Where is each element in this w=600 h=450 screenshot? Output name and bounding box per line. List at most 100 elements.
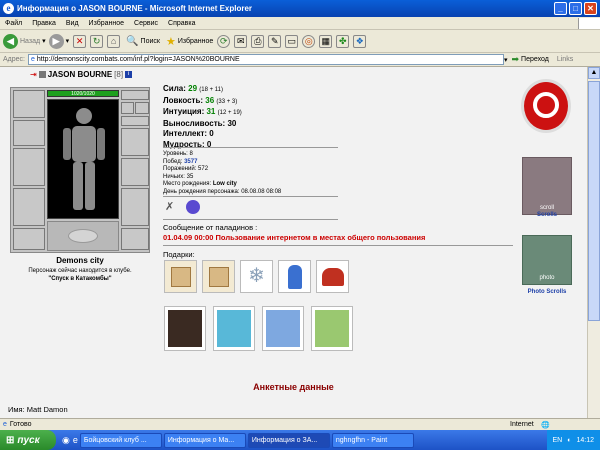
gift-item[interactable] (316, 260, 349, 293)
windows-flag-icon (578, 17, 600, 29)
close-button[interactable]: ✕ (584, 2, 597, 15)
character-name: JASON BOURNE (47, 70, 113, 79)
chevron-down-icon: ▾ (65, 38, 70, 45)
vertical-scrollbar[interactable]: ▲ (587, 67, 600, 418)
stat-intellect: Интеллект: 0 (163, 129, 214, 138)
gift-item[interactable] (202, 260, 235, 293)
scrolls-link[interactable]: Scrolls (522, 212, 572, 218)
menu-help[interactable]: Справка (163, 20, 200, 27)
ring2-slot[interactable] (135, 102, 149, 114)
belt-slot[interactable] (13, 228, 45, 250)
scrolls-banner-icon[interactable]: scroll (522, 157, 572, 215)
boots-slot[interactable] (121, 228, 149, 250)
photo-scrolls-banner-icon[interactable]: photo (522, 235, 572, 285)
gift-item[interactable] (213, 306, 255, 351)
card-gift-icon (315, 310, 349, 347)
forward-arrow-icon: ▶ (48, 33, 64, 49)
quicklaunch-icon[interactable]: ◉ (62, 435, 70, 446)
stat-intuition: Интуиция: 31 (12 + 19) (163, 107, 242, 116)
mail-icon[interactable]: ✉ (234, 34, 248, 48)
menu-favorites[interactable]: Избранное (84, 20, 129, 27)
extension-icon[interactable]: ❖ (353, 34, 367, 48)
clover-icon[interactable]: ✤ (336, 34, 350, 48)
research-icon[interactable]: ▦ (319, 34, 333, 48)
page-content: ⇥ JASON BOURNE [8] i 1020/1020 Demons ci… (0, 67, 587, 418)
language-indicator[interactable]: EN (553, 437, 563, 444)
gift-item[interactable] (278, 260, 311, 293)
scroll-thumb[interactable] (588, 81, 600, 321)
menu-bar: Файл Правка Вид Избранное Сервис Справка (0, 17, 600, 30)
helmet-slot[interactable] (13, 90, 45, 118)
city-caption: Demons city (56, 256, 104, 265)
legs-slot[interactable] (121, 188, 149, 226)
divider (163, 219, 338, 220)
address-dropdown-icon[interactable]: ▾ (504, 56, 508, 64)
go-button[interactable]: ➡ Переход (512, 54, 549, 65)
divider (163, 245, 513, 246)
info-losses: Поражений: 572 (163, 166, 209, 172)
photo-scrolls-link[interactable]: Photo Scrolls (514, 289, 580, 295)
minimize-button[interactable]: _ (554, 2, 567, 15)
gift-item[interactable] (164, 260, 197, 293)
menu-edit[interactable]: Правка (27, 20, 61, 27)
forward-button[interactable]: ▶ ▾ (48, 33, 70, 49)
status-bar: e Готово 🌐 Internet (0, 418, 600, 430)
maximize-button[interactable]: □ (569, 2, 582, 15)
location-name: "Спуск в Катакомбы" (48, 275, 112, 282)
gift-item[interactable] (262, 306, 304, 351)
favorites-button[interactable]: ★ Избранное (166, 35, 213, 48)
armor-slot[interactable] (13, 188, 45, 226)
page-icon: e (30, 56, 35, 63)
stats-list: Сила: 29 (18 + 11) Ловкость: 36 (33 + 3)… (163, 84, 343, 150)
scroll-up-icon[interactable]: ▲ (588, 67, 600, 79)
taskbar-item[interactable]: Информация о Ма... (163, 432, 246, 448)
print-icon[interactable]: ⎙ (251, 34, 265, 48)
toolbar: ◀ Назад ▾ ▶ ▾ ✕ ↻ ⌂ 🔍 Поиск ★ Избранное … (0, 30, 600, 53)
edit-icon[interactable]: ✎ (268, 34, 282, 48)
info-draws: Ничьих: 35 (163, 173, 194, 180)
gift-item[interactable]: ❄ (240, 260, 273, 293)
menu-tools[interactable]: Сервис (129, 20, 163, 27)
history-icon[interactable]: ⟳ (217, 34, 231, 48)
ring1-slot[interactable] (121, 102, 134, 114)
quicklaunch-icon[interactable]: e (73, 435, 78, 445)
taskbar-item[interactable]: nghngfhn - Paint (331, 432, 414, 448)
gloves-slot[interactable] (121, 128, 149, 156)
gift-item[interactable] (164, 306, 206, 351)
info-icon[interactable]: i (125, 71, 133, 78)
taskbar-item[interactable]: Бойцовский клуб ... (79, 432, 162, 448)
menu-file[interactable]: Файл (0, 20, 27, 27)
effect-icon[interactable] (186, 200, 200, 214)
snowflake-icon: ❄ (248, 265, 265, 287)
messenger-icon[interactable]: ◎ (302, 34, 316, 48)
taskbar-item-active[interactable]: Информация о ЗА... (247, 432, 330, 448)
divider (163, 147, 338, 148)
title-bar: e Информация о JASON BOURNE - Microsoft … (0, 0, 600, 17)
address-input[interactable]: e http://demonscity.combats.com/inf.pl?l… (27, 54, 504, 65)
offhand-slot[interactable] (121, 158, 149, 186)
character-avatar (47, 99, 119, 219)
clan-icon (38, 71, 46, 78)
discuss-icon[interactable]: ▭ (285, 34, 299, 48)
faction-logo-icon[interactable] (521, 79, 571, 133)
links-button[interactable]: Links (557, 56, 573, 63)
amulet-slot[interactable] (121, 90, 149, 100)
stat-endurance: Выносливость: 30 (163, 118, 237, 128)
clock: 14:12 (576, 436, 594, 444)
gift-item[interactable] (311, 306, 353, 351)
menu-view[interactable]: Вид (61, 20, 84, 27)
scroll-gift-icon (209, 267, 229, 287)
bracers-slot[interactable] (13, 120, 45, 146)
stop-icon[interactable]: ✕ (73, 34, 87, 48)
tray-icon[interactable]: ◐ (567, 437, 571, 444)
ring3-slot[interactable] (121, 116, 149, 126)
effect-icon[interactable]: ✗ (165, 200, 177, 214)
refresh-icon[interactable]: ↻ (90, 34, 104, 48)
back-button[interactable]: ◀ Назад ▾ (3, 33, 46, 49)
search-button[interactable]: 🔍 Поиск (126, 36, 160, 47)
emblem-icon (68, 229, 98, 243)
weapon-slot[interactable] (13, 148, 45, 186)
zone-text: Internet (510, 421, 534, 428)
start-button[interactable]: ⊞ пуск (0, 430, 56, 450)
home-icon[interactable]: ⌂ (107, 34, 121, 48)
